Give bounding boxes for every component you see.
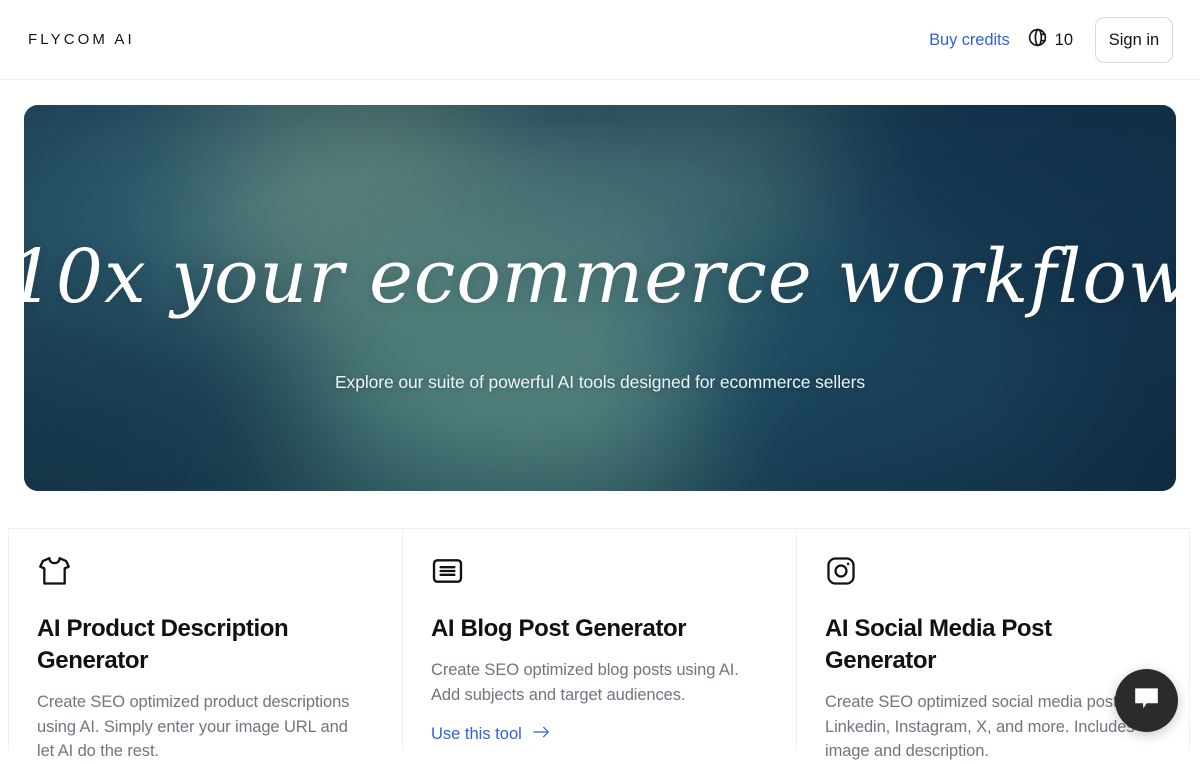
chat-bubble-icon bbox=[1132, 685, 1161, 717]
header-actions: Buy credits 10 Sign in bbox=[929, 0, 1173, 80]
card-description: Create SEO optimized product description… bbox=[37, 690, 368, 764]
site-header: FLYCOM AI Buy credits 10 Sign in bbox=[0, 0, 1200, 80]
hero-content: 10x your ecommerce workflow Explore our … bbox=[24, 105, 1176, 491]
use-this-tool-link[interactable]: Use this tool bbox=[431, 725, 762, 744]
coin-icon bbox=[1027, 27, 1048, 53]
hero-subtitle: Explore our suite of powerful AI tools d… bbox=[335, 372, 865, 393]
chat-widget-button[interactable] bbox=[1115, 669, 1178, 732]
tshirt-icon bbox=[37, 555, 368, 587]
tool-cards-grid: AI Product Description Generator Create … bbox=[8, 528, 1192, 750]
tool-card-product-description[interactable]: AI Product Description Generator Create … bbox=[8, 528, 402, 750]
arrow-right-icon bbox=[533, 725, 550, 744]
credit-balance: 10 bbox=[1027, 27, 1073, 53]
card-description: Create SEO optimized social media posts … bbox=[825, 690, 1155, 764]
credit-count: 10 bbox=[1055, 31, 1073, 50]
hero-banner: 10x your ecommerce workflow Explore our … bbox=[24, 105, 1176, 491]
buy-credits-link[interactable]: Buy credits bbox=[929, 31, 1010, 50]
card-description: Create SEO optimized blog posts using AI… bbox=[431, 658, 762, 707]
hero-title: 10x your ecommerce workflow bbox=[24, 234, 1176, 320]
tool-card-blog-post[interactable]: AI Blog Post Generator Create SEO optimi… bbox=[402, 528, 796, 750]
card-title: AI Blog Post Generator bbox=[431, 613, 731, 645]
use-this-tool-label: Use this tool bbox=[431, 725, 522, 744]
card-title: AI Product Description Generator bbox=[37, 613, 337, 677]
instagram-icon bbox=[825, 555, 1155, 587]
logo[interactable]: FLYCOM AI bbox=[28, 31, 135, 48]
article-icon bbox=[431, 555, 762, 587]
sign-in-button[interactable]: Sign in bbox=[1095, 17, 1173, 63]
card-title: AI Social Media Post Generator bbox=[825, 613, 1125, 677]
